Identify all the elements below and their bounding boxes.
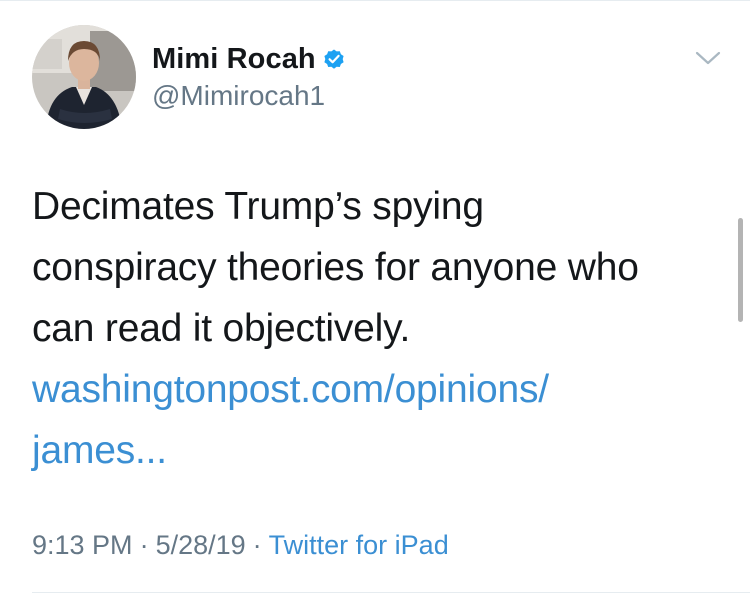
scrollbar[interactable] [738,218,743,322]
tweet-text: Decimates Trump’s spying conspiracy theo… [32,176,722,481]
avatar[interactable] [32,25,136,129]
tweet-source-link[interactable]: Twitter for iPad [269,530,449,560]
tweet-date[interactable]: 5/28/19 [156,530,246,560]
tweet-link-continued[interactable]: james... [32,420,722,481]
tweet-text-line: conspiracy theories for anyone who [32,246,639,289]
author-handle[interactable]: @Mimirocah1 [152,80,325,112]
avatar-photo [32,25,136,129]
top-divider [0,0,750,1]
tweet-text-line: can read it objectively. [32,307,411,350]
verified-badge-icon [322,47,346,71]
bottom-divider [32,592,750,593]
meta-separator: · [252,530,262,560]
author-name-row[interactable]: Mimi Rocah [152,40,346,78]
tweet-time[interactable]: 9:13 PM [32,530,133,560]
author-display-name[interactable]: Mimi Rocah [152,43,316,76]
tweet-text-line: Decimates Trump’s spying [32,185,484,228]
chevron-down-icon[interactable] [694,48,722,68]
tweet-link[interactable]: washingtonpost.com/opinions/ [32,359,722,420]
meta-separator: · [139,530,149,560]
tweet-meta: 9:13 PM · 5/28/19 · Twitter for iPad [32,530,449,561]
